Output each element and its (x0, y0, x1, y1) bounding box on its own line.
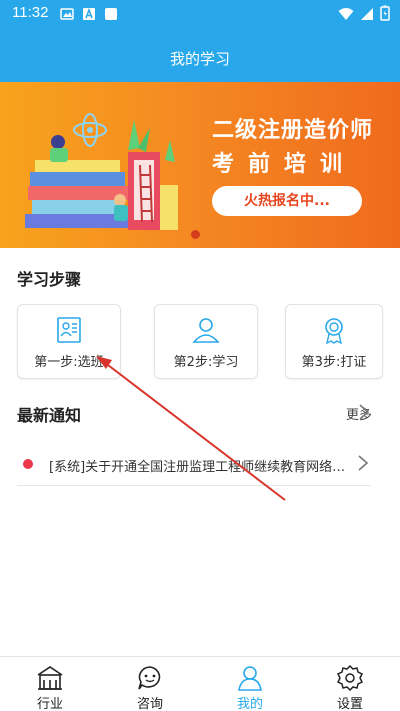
chevron-right-icon (358, 455, 369, 471)
banner-title: 二级注册造价师 (212, 118, 374, 143)
person-icon (200, 665, 300, 695)
tab-mine[interactable]: 我的 (200, 657, 300, 711)
gear-icon (300, 664, 400, 695)
status-bar: 11:32 (0, 0, 400, 28)
books-illustration (25, 113, 178, 230)
status-notification-icons (60, 6, 118, 20)
step-select-class[interactable]: 第一步:选班 (17, 304, 121, 379)
status-time: 11:32 (12, 4, 49, 21)
tab-industry[interactable]: 行业 (0, 657, 100, 711)
step-study[interactable]: 第2步:学习 (154, 304, 258, 379)
tab-label: 咨询 (136, 697, 163, 711)
tab-label: 设置 (336, 697, 363, 711)
signal-icon (360, 6, 374, 25)
user-icon (155, 315, 257, 349)
bottom-tab-bar: 行业 咨询 我的 设置 (0, 656, 400, 711)
step-certificate[interactable]: 第3步:打证 (285, 304, 383, 379)
chat-icon (100, 665, 200, 695)
building-icon (0, 665, 100, 695)
steps-section-title: 学习步骤 (17, 270, 82, 289)
register-button[interactable]: 火热报名中... (212, 186, 362, 216)
status-system-icons (338, 5, 390, 25)
banner-subtitle: 考前培训 (212, 152, 357, 177)
notices-section-title: 最新通知 (17, 406, 82, 425)
page-title: 我的学习 (169, 50, 230, 68)
tab-settings[interactable]: 设置 (300, 657, 400, 711)
step-label: 第3步:打证 (301, 355, 367, 370)
app-header: 我的学习 (0, 28, 400, 82)
notice-text: [系统]关于开通全国注册监理工程师继续教育网络学习的通知 (49, 460, 349, 475)
chevron-right-icon[interactable] (358, 403, 370, 421)
wifi-icon (338, 6, 354, 25)
tab-label: 我的 (236, 697, 263, 711)
badge-icon (286, 315, 382, 349)
tab-label: 行业 (36, 697, 63, 711)
clipboard-icon (18, 315, 120, 349)
promo-banner[interactable]: 二级注册造价师 考前培训 火热报名中... (0, 82, 400, 248)
font-notification-icon (82, 6, 96, 20)
notice-item[interactable]: [系统]关于开通全国注册监理工程师继续教育网络学习的通知 (17, 440, 371, 486)
steps-row: 第一步:选班 第2步:学习 第3步:打证 (17, 304, 383, 379)
step-label: 第2步:学习 (173, 355, 239, 370)
battery-icon (380, 5, 390, 25)
step-label: 第一步:选班 (34, 355, 104, 370)
square-notification-icon (104, 6, 118, 20)
image-notification-icon (60, 6, 74, 20)
carousel-indicator (191, 230, 200, 239)
unread-dot (23, 459, 33, 469)
tab-consult[interactable]: 咨询 (100, 657, 200, 711)
